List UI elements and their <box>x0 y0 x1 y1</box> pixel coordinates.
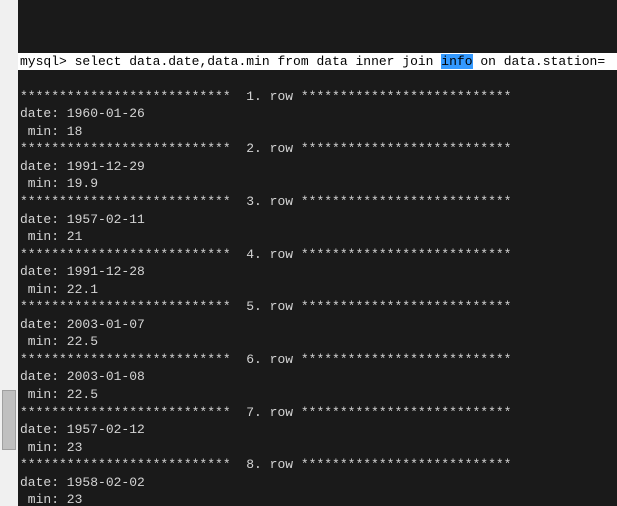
row-date: date: 1960-01-26 <box>18 105 617 123</box>
top-partial-line <box>18 18 617 36</box>
row-min: min: 21 <box>18 228 617 246</box>
row-date: date: 1991-12-29 <box>18 158 617 176</box>
row-separator: *************************** 2. row *****… <box>18 140 617 158</box>
row-min: min: 22.1 <box>18 281 617 299</box>
row-separator: *************************** 8. row *****… <box>18 456 617 474</box>
mysql-prompt: mysql> <box>20 54 67 69</box>
row-separator: *************************** 4. row *****… <box>18 246 617 264</box>
row-date: date: 1957-02-12 <box>18 421 617 439</box>
mysql-command-line: mysql> select data.date,data.min from da… <box>18 53 617 71</box>
terminal-output[interactable]: mysql> select data.date,data.min from da… <box>18 0 617 506</box>
row-separator: *************************** 3. row *****… <box>18 193 617 211</box>
row-date: date: 2003-01-07 <box>18 316 617 334</box>
row-min: min: 23 <box>18 439 617 457</box>
row-separator: *************************** 1. row *****… <box>18 88 617 106</box>
row-min: min: 22.5 <box>18 333 617 351</box>
row-min: min: 22.5 <box>18 386 617 404</box>
scrollbar-thumb[interactable] <box>2 390 16 450</box>
row-date: date: 1991-12-28 <box>18 263 617 281</box>
row-min: min: 18 <box>18 123 617 141</box>
scrollbar-track[interactable] <box>0 0 18 506</box>
query-text-post: on data.station= <box>473 54 606 69</box>
row-min: min: 19.9 <box>18 175 617 193</box>
row-separator: *************************** 6. row *****… <box>18 351 617 369</box>
row-min: min: 23 <box>18 491 617 506</box>
query-highlight-info: info <box>441 54 472 69</box>
row-date: date: 2003-01-08 <box>18 368 617 386</box>
row-separator: *************************** 5. row *****… <box>18 298 617 316</box>
row-separator: *************************** 7. row *****… <box>18 404 617 422</box>
query-text-pre: select data.date,data.min from data inne… <box>75 54 442 69</box>
row-date: date: 1957-02-11 <box>18 211 617 229</box>
row-date: date: 1958-02-02 <box>18 474 617 492</box>
